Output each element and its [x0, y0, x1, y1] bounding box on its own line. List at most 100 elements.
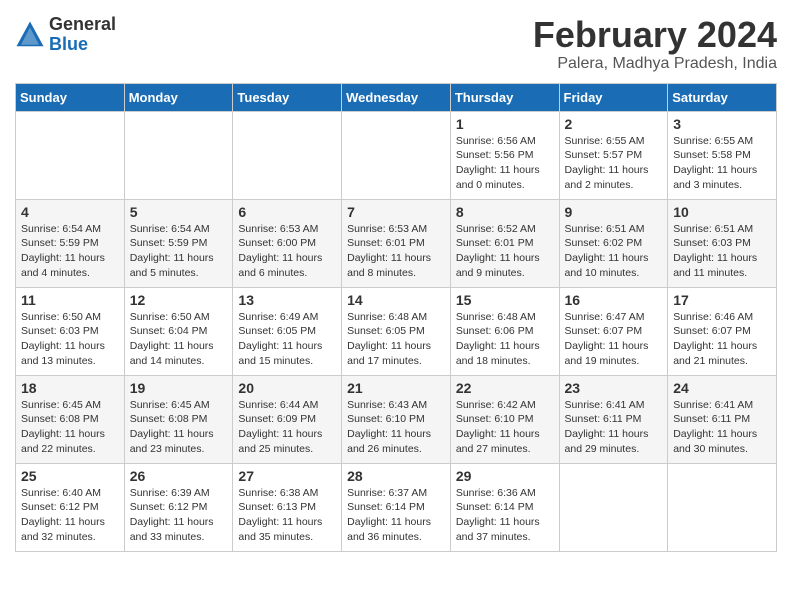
day-number: 22 [456, 380, 554, 396]
header-cell-sunday: Sunday [16, 83, 125, 111]
day-info: Sunrise: 6:50 AM Sunset: 6:03 PM Dayligh… [21, 310, 119, 369]
day-cell: 22 Sunrise: 6:42 AM Sunset: 6:10 PM Dayli… [450, 375, 559, 463]
day-number: 1 [456, 116, 554, 132]
day-number: 18 [21, 380, 119, 396]
day-info: Sunrise: 6:45 AM Sunset: 6:08 PM Dayligh… [130, 398, 228, 457]
page-header: General Blue February 2024 Palera, Madhy… [15, 15, 777, 73]
day-info: Sunrise: 6:44 AM Sunset: 6:09 PM Dayligh… [238, 398, 336, 457]
day-info: Sunrise: 6:37 AM Sunset: 6:14 PM Dayligh… [347, 486, 445, 545]
header-cell-wednesday: Wednesday [342, 83, 451, 111]
day-number: 27 [238, 468, 336, 484]
location: Palera, Madhya Pradesh, India [533, 55, 777, 73]
day-number: 8 [456, 204, 554, 220]
day-info: Sunrise: 6:46 AM Sunset: 6:07 PM Dayligh… [673, 310, 771, 369]
day-cell: 29 Sunrise: 6:36 AM Sunset: 6:14 PM Dayli… [450, 463, 559, 551]
day-cell: 18Sunrise: 6:45 AM Sunset: 6:08 PM Dayli… [16, 375, 125, 463]
day-number: 2 [565, 116, 663, 132]
day-number: 28 [347, 468, 445, 484]
day-number: 15 [456, 292, 554, 308]
day-number: 7 [347, 204, 445, 220]
day-cell: 3 Sunrise: 6:55 AM Sunset: 5:58 PM Daylig… [668, 111, 777, 199]
day-info: Sunrise: 6:36 AM Sunset: 6:14 PM Dayligh… [456, 486, 554, 545]
day-number: 14 [347, 292, 445, 308]
day-info: Sunrise: 6:39 AM Sunset: 6:12 PM Dayligh… [130, 486, 228, 545]
day-cell [559, 463, 668, 551]
logo-icon [15, 20, 45, 50]
day-cell [124, 111, 233, 199]
day-number: 5 [130, 204, 228, 220]
day-cell [233, 111, 342, 199]
header-cell-saturday: Saturday [668, 83, 777, 111]
day-cell [668, 463, 777, 551]
day-number: 16 [565, 292, 663, 308]
day-cell: 12 Sunrise: 6:50 AM Sunset: 6:04 PM Dayli… [124, 287, 233, 375]
day-number: 13 [238, 292, 336, 308]
day-cell: 19 Sunrise: 6:45 AM Sunset: 6:08 PM Dayli… [124, 375, 233, 463]
day-info: Sunrise: 6:53 AM Sunset: 6:00 PM Dayligh… [238, 222, 336, 281]
header-row: SundayMondayTuesdayWednesdayThursdayFrid… [16, 83, 777, 111]
day-cell: 10 Sunrise: 6:51 AM Sunset: 6:03 PM Dayli… [668, 199, 777, 287]
day-info: Sunrise: 6:43 AM Sunset: 6:10 PM Dayligh… [347, 398, 445, 457]
header-cell-tuesday: Tuesday [233, 83, 342, 111]
week-row-4: 18 Sunrise: 6:45 AM Sunset: 6:08 PM Dayli… [16, 375, 777, 463]
day-cell: 11 Sunrise: 6:50 AM Sunset: 6:03 PM Dayli… [16, 287, 125, 375]
week-row-2: 4Sunrise: 6:54 AM Sunset: 5:59 PM Daylig… [16, 199, 777, 287]
logo-general: General [49, 15, 116, 35]
day-cell: 9Sunrise: 6:51 AM Sunset: 6:02 PM Daylig… [559, 199, 668, 287]
day-info: Sunrise: 6:49 AM Sunset: 6:05 PM Dayligh… [238, 310, 336, 369]
day-cell: 7 Sunrise: 6:53 AM Sunset: 6:01 PM Daylig… [342, 199, 451, 287]
header-cell-thursday: Thursday [450, 83, 559, 111]
header-cell-monday: Monday [124, 83, 233, 111]
day-cell: 20Sunrise: 6:44 AM Sunset: 6:09 PM Dayli… [233, 375, 342, 463]
day-cell: 23Sunrise: 6:41 AM Sunset: 6:11 PM Dayli… [559, 375, 668, 463]
day-number: 26 [130, 468, 228, 484]
day-cell: 17Sunrise: 6:46 AM Sunset: 6:07 PM Dayli… [668, 287, 777, 375]
month-year: February 2024 [533, 15, 777, 55]
day-info: Sunrise: 6:50 AM Sunset: 6:04 PM Dayligh… [130, 310, 228, 369]
day-number: 29 [456, 468, 554, 484]
day-info: Sunrise: 6:55 AM Sunset: 5:58 PM Dayligh… [673, 134, 771, 193]
day-cell: 16Sunrise: 6:47 AM Sunset: 6:07 PM Dayli… [559, 287, 668, 375]
title-block: February 2024 Palera, Madhya Pradesh, In… [533, 15, 777, 73]
day-info: Sunrise: 6:48 AM Sunset: 6:06 PM Dayligh… [456, 310, 554, 369]
day-info: Sunrise: 6:56 AM Sunset: 5:56 PM Dayligh… [456, 134, 554, 193]
logo-text: General Blue [49, 15, 116, 55]
day-info: Sunrise: 6:52 AM Sunset: 6:01 PM Dayligh… [456, 222, 554, 281]
day-info: Sunrise: 6:42 AM Sunset: 6:10 PM Dayligh… [456, 398, 554, 457]
day-cell: 28 Sunrise: 6:37 AM Sunset: 6:14 PM Dayli… [342, 463, 451, 551]
week-row-5: 25 Sunrise: 6:40 AM Sunset: 6:12 PM Dayli… [16, 463, 777, 551]
day-number: 19 [130, 380, 228, 396]
day-cell: 21 Sunrise: 6:43 AM Sunset: 6:10 PM Dayli… [342, 375, 451, 463]
day-number: 3 [673, 116, 771, 132]
day-info: Sunrise: 6:54 AM Sunset: 5:59 PM Dayligh… [21, 222, 119, 281]
day-number: 25 [21, 468, 119, 484]
day-number: 11 [21, 292, 119, 308]
header-cell-friday: Friday [559, 83, 668, 111]
calendar-table: SundayMondayTuesdayWednesdayThursdayFrid… [15, 83, 777, 552]
day-cell: 4Sunrise: 6:54 AM Sunset: 5:59 PM Daylig… [16, 199, 125, 287]
day-info: Sunrise: 6:38 AM Sunset: 6:13 PM Dayligh… [238, 486, 336, 545]
day-info: Sunrise: 6:40 AM Sunset: 6:12 PM Dayligh… [21, 486, 119, 545]
logo-blue-text: Blue [49, 35, 116, 55]
day-cell: 1 Sunrise: 6:56 AM Sunset: 5:56 PM Daylig… [450, 111, 559, 199]
day-info: Sunrise: 6:55 AM Sunset: 5:57 PM Dayligh… [565, 134, 663, 193]
day-cell: 6 Sunrise: 6:53 AM Sunset: 6:00 PM Daylig… [233, 199, 342, 287]
day-number: 10 [673, 204, 771, 220]
day-cell: 2 Sunrise: 6:55 AM Sunset: 5:57 PM Daylig… [559, 111, 668, 199]
day-info: Sunrise: 6:53 AM Sunset: 6:01 PM Dayligh… [347, 222, 445, 281]
day-number: 6 [238, 204, 336, 220]
day-cell: 8 Sunrise: 6:52 AM Sunset: 6:01 PM Daylig… [450, 199, 559, 287]
calendar-body: 1 Sunrise: 6:56 AM Sunset: 5:56 PM Daylig… [16, 111, 777, 551]
day-cell: 27 Sunrise: 6:38 AM Sunset: 6:13 PM Dayli… [233, 463, 342, 551]
day-info: Sunrise: 6:51 AM Sunset: 6:03 PM Dayligh… [673, 222, 771, 281]
week-row-1: 1 Sunrise: 6:56 AM Sunset: 5:56 PM Daylig… [16, 111, 777, 199]
week-row-3: 11 Sunrise: 6:50 AM Sunset: 6:03 PM Dayli… [16, 287, 777, 375]
day-cell: 24Sunrise: 6:41 AM Sunset: 6:11 PM Dayli… [668, 375, 777, 463]
day-number: 21 [347, 380, 445, 396]
day-cell: 5Sunrise: 6:54 AM Sunset: 5:59 PM Daylig… [124, 199, 233, 287]
day-cell: 13 Sunrise: 6:49 AM Sunset: 6:05 PM Dayli… [233, 287, 342, 375]
day-info: Sunrise: 6:51 AM Sunset: 6:02 PM Dayligh… [565, 222, 663, 281]
day-cell: 15 Sunrise: 6:48 AM Sunset: 6:06 PM Dayli… [450, 287, 559, 375]
day-number: 12 [130, 292, 228, 308]
day-number: 24 [673, 380, 771, 396]
